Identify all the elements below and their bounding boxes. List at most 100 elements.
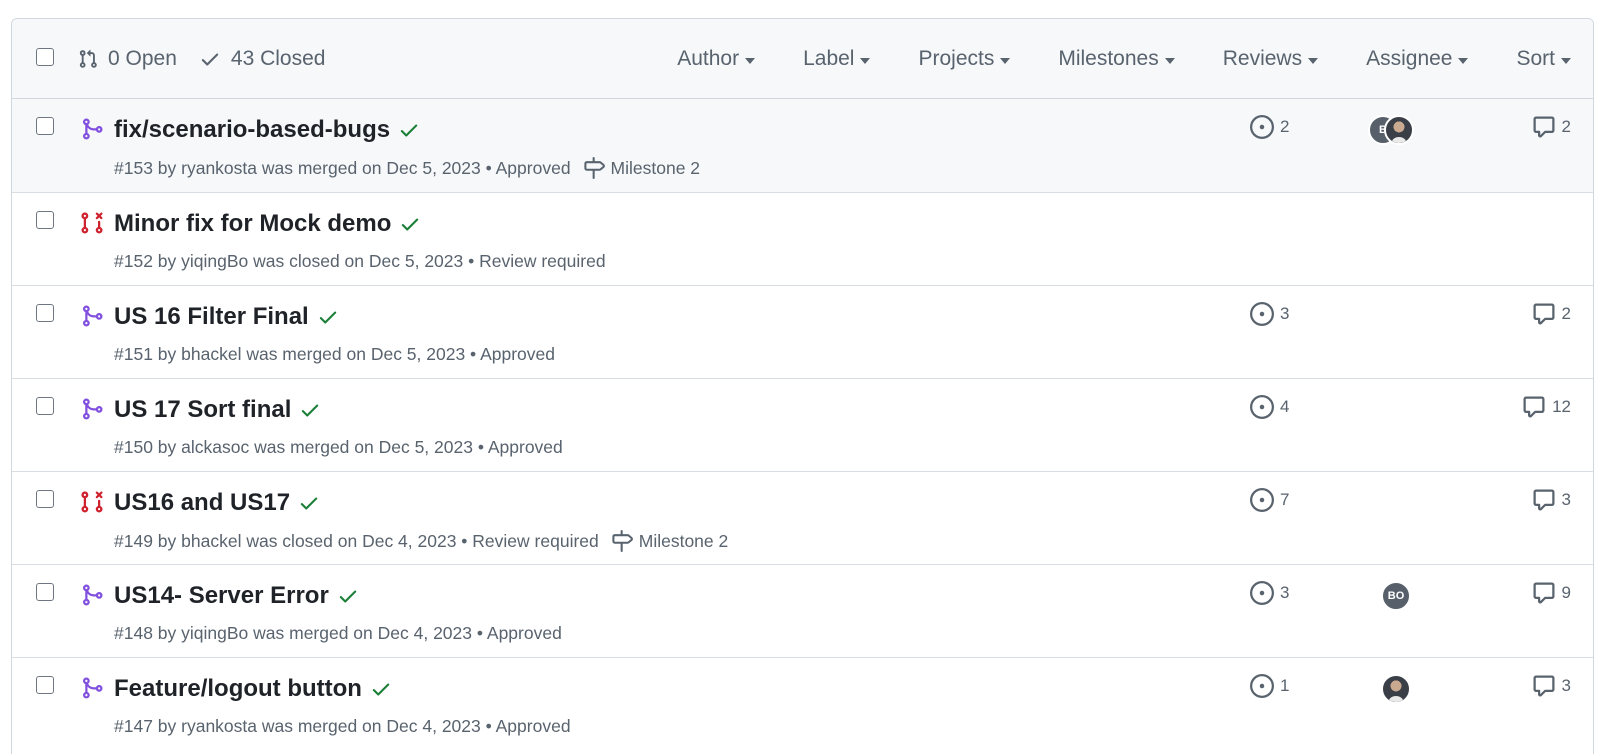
checks-passed-icon[interactable] bbox=[317, 306, 339, 328]
issue-opened-icon bbox=[1250, 488, 1274, 512]
caret-down-icon bbox=[1000, 57, 1011, 64]
title-line: US 17 Sort final bbox=[114, 396, 321, 424]
merged-icon bbox=[83, 305, 103, 327]
caret-down-icon bbox=[1164, 57, 1175, 64]
title-line: Feature/logout button bbox=[114, 675, 392, 703]
assignee-avatar[interactable] bbox=[1384, 115, 1414, 145]
pull-request-title[interactable]: fix/scenario-based-bugs bbox=[114, 116, 390, 144]
closed-filter[interactable]: 43 Closed bbox=[199, 47, 325, 71]
milestones-filter[interactable]: Milestones bbox=[1034, 47, 1198, 71]
title-line: US14- Server Error bbox=[114, 582, 359, 610]
pull-request-meta: #150 by alckasoc was merged on Dec 5, 20… bbox=[114, 437, 563, 458]
comments-link[interactable]: 9 bbox=[1532, 581, 1571, 605]
label-filter[interactable]: Label bbox=[779, 47, 894, 71]
milestone-link[interactable]: Milestone 2 bbox=[583, 157, 700, 179]
pull-request-meta: #149 by bhackel was closed on Dec 4, 202… bbox=[114, 530, 728, 552]
merged-status bbox=[80, 676, 104, 705]
milestone-icon bbox=[583, 157, 605, 179]
pull-request-meta-text: #151 by bhackel was merged on Dec 5, 202… bbox=[114, 344, 555, 364]
pull-request-row: Feature/logout button #147 by ryankosta … bbox=[12, 657, 1593, 750]
comments-link[interactable]: 2 bbox=[1532, 302, 1571, 326]
linked-issues[interactable]: 1 bbox=[1250, 674, 1289, 698]
checks-passed-icon[interactable] bbox=[370, 678, 392, 700]
merged-icon bbox=[83, 584, 103, 606]
comments-count: 12 bbox=[1552, 397, 1571, 416]
milestone-link[interactable]: Milestone 2 bbox=[611, 530, 728, 552]
assignee-filter-label: Assignee bbox=[1366, 47, 1453, 70]
pull-request-title[interactable]: Feature/logout button bbox=[114, 675, 362, 703]
linked-issues[interactable]: 4 bbox=[1250, 395, 1289, 419]
row-checkbox[interactable] bbox=[36, 676, 54, 694]
row-checkbox[interactable] bbox=[36, 490, 54, 508]
pull-request-title[interactable]: US14- Server Error bbox=[114, 582, 329, 610]
caret-down-icon bbox=[745, 57, 756, 64]
row-checkbox[interactable] bbox=[36, 397, 54, 415]
pull-request-title[interactable]: Minor fix for Mock demo bbox=[114, 210, 391, 238]
comment-icon bbox=[1533, 303, 1555, 325]
merged-icon bbox=[83, 398, 103, 420]
assignee-avatar-initials[interactable]: BO bbox=[1381, 581, 1411, 611]
merged-status bbox=[80, 304, 104, 333]
pull-request-title[interactable]: US 16 Filter Final bbox=[114, 303, 309, 331]
sort-filter[interactable]: Sort bbox=[1492, 47, 1593, 71]
row-checkbox[interactable] bbox=[36, 304, 54, 322]
pull-request-meta: #148 by yiqingBo was merged on Dec 4, 20… bbox=[114, 623, 562, 644]
linked-issues[interactable]: 3 bbox=[1250, 581, 1289, 605]
projects-filter[interactable]: Projects bbox=[894, 47, 1034, 71]
pull-request-meta-text: #152 by yiqingBo was closed on Dec 5, 20… bbox=[114, 251, 606, 271]
row-checkbox[interactable] bbox=[36, 117, 54, 135]
linked-issues[interactable]: 7 bbox=[1250, 488, 1289, 512]
row-checkbox[interactable] bbox=[36, 211, 54, 229]
pull-request-list: 0 Open 43 Closed Author Label Projects M… bbox=[11, 18, 1594, 754]
comments-count: 2 bbox=[1561, 117, 1571, 136]
list-header: 0 Open 43 Closed Author Label Projects M… bbox=[12, 19, 1593, 99]
comments-count: 3 bbox=[1561, 490, 1571, 509]
caret-down-icon bbox=[1458, 57, 1469, 64]
author-filter[interactable]: Author bbox=[653, 47, 779, 71]
pull-request-rows: fix/scenario-based-bugs #153 by ryankost… bbox=[12, 99, 1593, 750]
caret-down-icon bbox=[1308, 57, 1319, 64]
issue-opened-icon bbox=[1250, 581, 1274, 605]
assignee-avatar[interactable] bbox=[1381, 674, 1411, 704]
sort-filter-label: Sort bbox=[1516, 47, 1555, 70]
check-icon bbox=[201, 53, 219, 66]
comment-icon bbox=[1533, 116, 1555, 138]
comment-icon bbox=[1533, 675, 1555, 697]
comments-link[interactable]: 2 bbox=[1532, 115, 1571, 139]
milestone-icon bbox=[612, 530, 633, 552]
open-count: 0 Open bbox=[108, 47, 177, 70]
checks-passed-icon[interactable] bbox=[398, 119, 420, 141]
open-filter[interactable]: 0 Open bbox=[78, 47, 177, 71]
comments-link[interactable]: 12 bbox=[1522, 395, 1571, 419]
linked-issues[interactable]: 2 bbox=[1250, 115, 1289, 139]
reviews-filter[interactable]: Reviews bbox=[1199, 47, 1342, 71]
checks-passed-icon[interactable] bbox=[399, 213, 421, 235]
caret-down-icon bbox=[1561, 57, 1571, 64]
comments-link[interactable]: 3 bbox=[1532, 488, 1571, 512]
pull-request-closed-icon bbox=[81, 212, 103, 234]
checks-passed-icon[interactable] bbox=[298, 492, 320, 514]
checks-passed-icon[interactable] bbox=[337, 585, 359, 607]
linked-issues[interactable]: 3 bbox=[1250, 302, 1289, 326]
select-all-checkbox[interactable] bbox=[36, 48, 54, 66]
checks-passed-icon[interactable] bbox=[299, 399, 321, 421]
pull-request-meta: #152 by yiqingBo was closed on Dec 5, 20… bbox=[114, 251, 606, 272]
assignees: BO bbox=[1368, 581, 1428, 611]
pull-request-meta-text: #150 by alckasoc was merged on Dec 5, 20… bbox=[114, 437, 563, 457]
comments-count: 2 bbox=[1561, 304, 1571, 323]
merged-status bbox=[80, 117, 104, 146]
comments-link[interactable]: 3 bbox=[1532, 674, 1571, 698]
filter-menus: Author Label Projects Milestones Reviews… bbox=[653, 19, 1593, 99]
comment-icon bbox=[1533, 489, 1555, 511]
pull-request-meta: #147 by ryankosta was merged on Dec 4, 2… bbox=[114, 716, 571, 737]
row-checkbox[interactable] bbox=[36, 583, 54, 601]
pull-request-title[interactable]: US16 and US17 bbox=[114, 489, 290, 517]
pull-request-title[interactable]: US 17 Sort final bbox=[114, 396, 291, 424]
issue-opened-icon bbox=[1250, 115, 1274, 139]
assignees bbox=[1368, 395, 1428, 425]
assignees bbox=[1368, 209, 1428, 239]
pull-request-row: US 17 Sort final #150 by alckasoc was me… bbox=[12, 378, 1593, 471]
closed-status bbox=[80, 211, 104, 240]
assignee-filter[interactable]: Assignee bbox=[1342, 47, 1492, 71]
issue-opened-icon bbox=[1250, 395, 1274, 419]
